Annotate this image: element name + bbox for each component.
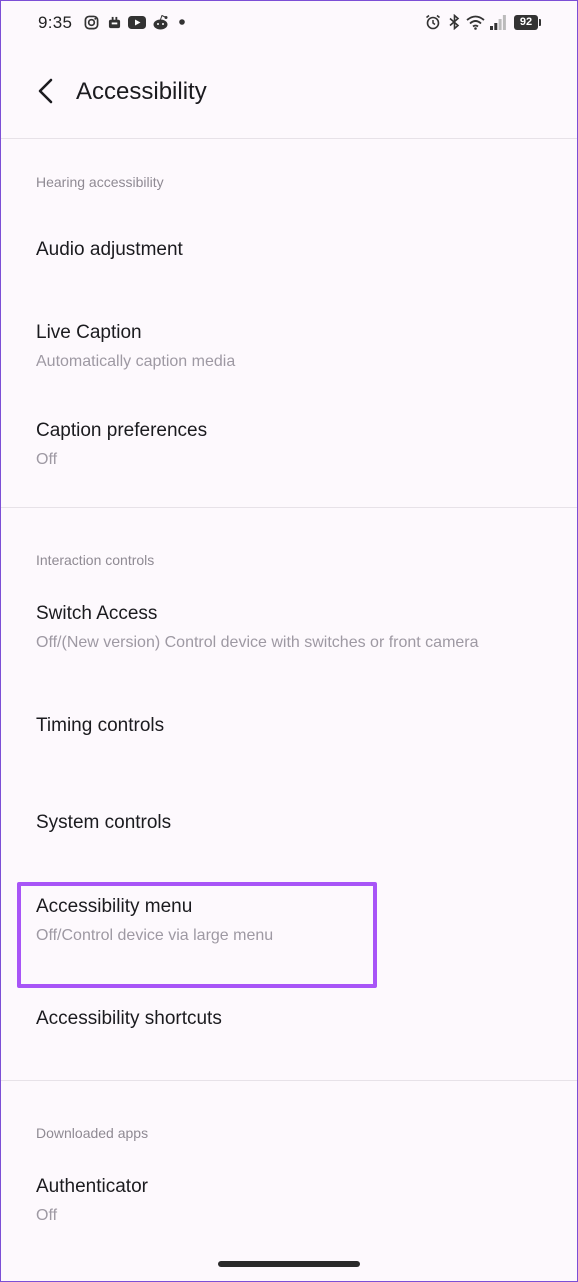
app-bar: Accessibility	[0, 46, 578, 139]
setting-item-live-caption[interactable]: Live Caption Automatically caption media	[0, 300, 578, 392]
notification-app-icon	[106, 13, 122, 31]
setting-item-subtitle: Off/(New version) Control device with sw…	[36, 634, 479, 651]
home-gesture-bar[interactable]	[218, 1261, 360, 1267]
alarm-icon	[424, 13, 442, 31]
setting-item-switch-access[interactable]: Switch Access Off/(New version) Control …	[0, 580, 578, 676]
setting-item-caption-preferences[interactable]: Caption preferences Off	[0, 398, 578, 490]
setting-item-system-controls[interactable]: System controls	[0, 788, 578, 860]
setting-item-title: Timing controls	[36, 715, 165, 736]
setting-item-audio-adjustment[interactable]: Audio adjustment	[0, 216, 578, 280]
status-time: 9:35	[38, 13, 73, 32]
setting-item-subtitle: Off	[36, 1207, 58, 1224]
setting-item-authenticator[interactable]: Authenticator Off	[0, 1152, 578, 1244]
setting-item-title: Audio adjustment	[36, 239, 183, 260]
instagram-icon	[82, 13, 100, 31]
status-bar: 9:35 92	[0, 0, 578, 46]
highlight-box	[17, 882, 377, 988]
setting-item-title: Switch Access	[36, 603, 158, 624]
battery-indicator: 92	[514, 15, 541, 30]
bluetooth-icon	[447, 13, 461, 31]
setting-item-title: Live Caption	[36, 322, 142, 343]
setting-item-title: Authenticator	[36, 1176, 148, 1197]
page-title: Accessibility	[76, 78, 207, 105]
wifi-icon	[465, 13, 485, 31]
section-label-hearing: Hearing accessibility	[36, 174, 164, 190]
setting-item-subtitle: Off	[36, 451, 58, 468]
setting-item-timing-controls[interactable]: Timing controls	[0, 690, 578, 762]
setting-item-subtitle: Automatically caption media	[36, 353, 236, 370]
back-arrow-icon[interactable]	[30, 74, 64, 108]
setting-item-title: Caption preferences	[36, 420, 208, 441]
youtube-icon	[127, 13, 147, 31]
dot-icon	[177, 13, 187, 31]
section-divider	[0, 507, 578, 508]
signal-icon	[489, 13, 507, 31]
setting-item-title: System controls	[36, 812, 172, 833]
setting-item-accessibility-shortcuts[interactable]: Accessibility shortcuts	[0, 990, 578, 1054]
section-divider	[0, 1080, 578, 1081]
section-label-downloaded: Downloaded apps	[36, 1125, 149, 1141]
setting-item-title: Accessibility shortcuts	[36, 1008, 222, 1029]
section-label-interaction: Interaction controls	[36, 552, 155, 568]
reddit-icon	[151, 13, 169, 31]
